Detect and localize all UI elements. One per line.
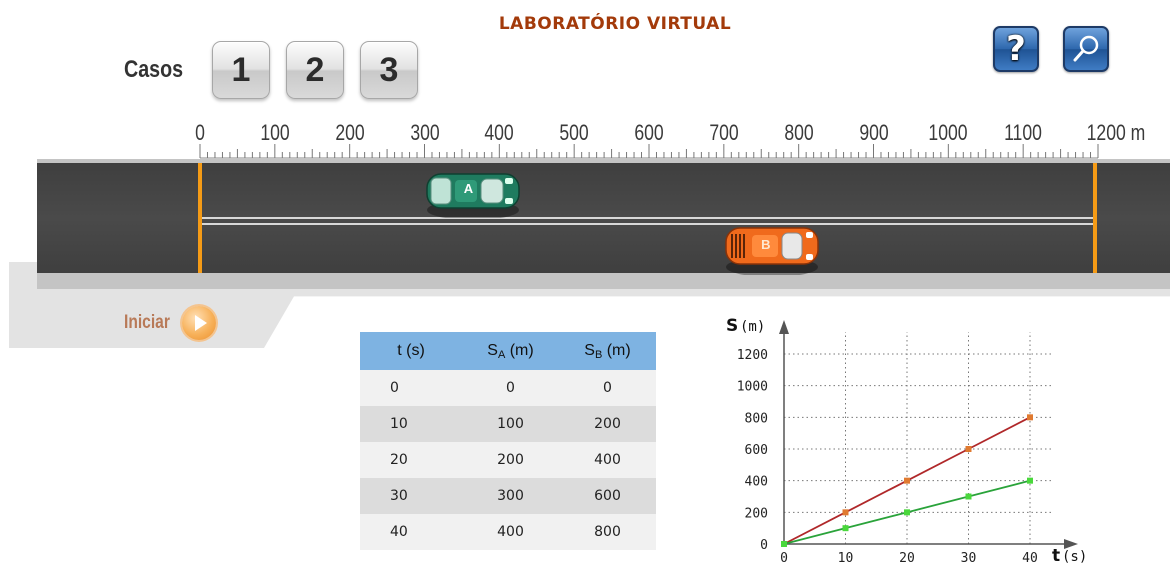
position-time-chart: 0 200 400 600 800 1000 1200 0 10 20 30 40 S (m) t (s) xyxy=(726,316,1087,565)
header-unit: (m) xyxy=(505,341,534,359)
table-cell: 300 xyxy=(462,478,559,514)
series-point-1 xyxy=(1027,477,1033,484)
finish-line xyxy=(1093,163,1097,273)
x-axis-arrow xyxy=(1064,539,1078,549)
question-mark-icon: ? xyxy=(1006,29,1026,69)
car-b: B xyxy=(724,225,820,277)
table-header-cell: t (s) xyxy=(360,332,462,370)
y-tick-label: 200 xyxy=(745,506,768,521)
table-cell: 100 xyxy=(462,406,559,442)
table-cell: 30 xyxy=(360,478,462,514)
table-row: 000 xyxy=(360,370,656,406)
x-axis-label: t xyxy=(1052,546,1060,565)
y-axis-unit: (m) xyxy=(740,319,765,335)
header-main: S xyxy=(584,341,595,359)
series-point-1 xyxy=(781,541,787,547)
table-row: 20 200 400 xyxy=(360,442,656,478)
car-a: A xyxy=(425,170,521,220)
start-button[interactable] xyxy=(182,306,216,340)
series-point-0 xyxy=(965,446,972,452)
series-point-0 xyxy=(1027,414,1033,421)
car-b-label: B xyxy=(761,237,771,252)
y-tick-label: 600 xyxy=(745,443,768,458)
y-tick-label: 1200 xyxy=(737,348,768,363)
y-tick-label: 1000 xyxy=(737,380,768,395)
table-header-row: t (s) SA (m) SB (m) xyxy=(360,332,656,370)
zoom-button[interactable] xyxy=(1063,26,1109,72)
table-cell: 20 xyxy=(360,442,462,478)
car-a-label: A xyxy=(463,181,474,196)
case-1-button[interactable]: 1 xyxy=(212,41,270,99)
table-cell: 400 xyxy=(462,514,559,550)
x-axis-unit: (s) xyxy=(1062,549,1087,565)
header-main: S xyxy=(487,341,498,359)
lane-line-top xyxy=(200,217,1095,219)
table-cell: 0 xyxy=(559,370,656,406)
y-axis-label: S xyxy=(726,316,738,336)
table-cell: 400 xyxy=(559,442,656,478)
table-cell: 10 xyxy=(360,406,462,442)
table-cell: 800 xyxy=(559,514,656,550)
table-cell: 0 xyxy=(462,370,559,406)
table-cell: 600 xyxy=(559,478,656,514)
table-header-cell: SA (m) xyxy=(462,332,559,370)
table-cell: 200 xyxy=(559,406,656,442)
series-point-1 xyxy=(842,525,849,532)
series-point-1 xyxy=(904,509,910,516)
data-table: t (s) SA (m) SB (m) 0 0 0 10 100 200 20 200 400 30 3… xyxy=(360,332,656,550)
header-unit: (s) xyxy=(401,342,425,359)
table-header-cell: SB (m) xyxy=(559,332,656,370)
start-label: Iniciar xyxy=(124,312,170,333)
table-row: 30 300 600 xyxy=(360,478,656,514)
x-tick-label: 20 xyxy=(899,551,915,565)
table-cell: 40 xyxy=(360,514,462,550)
case-2-button[interactable]: 2 xyxy=(286,41,344,99)
y-tick-label: 800 xyxy=(745,411,768,426)
series-point-1 xyxy=(965,493,972,500)
header-unit: (m) xyxy=(602,341,631,359)
y-tick-label: 400 xyxy=(745,475,768,490)
series-point-0 xyxy=(842,509,849,516)
table-cell: 200 xyxy=(462,442,559,478)
series-point-0 xyxy=(904,477,910,484)
x-tick-label: 10 xyxy=(838,551,854,565)
start-line xyxy=(198,163,202,273)
case-3-button[interactable]: 3 xyxy=(360,41,418,99)
y-tick-label: 0 xyxy=(760,538,768,553)
table-row: 10 100 200 xyxy=(360,406,656,442)
help-button[interactable]: ? xyxy=(993,26,1039,72)
magnifier-icon xyxy=(1073,35,1099,62)
table-body: 0 0 0 10 100 200 20 200 400 30 300 600 40 400 800 xyxy=(360,370,656,550)
cases-label: Casos xyxy=(124,56,184,83)
y-axis-arrow xyxy=(779,320,789,334)
x-tick-label: 40 xyxy=(1022,551,1038,565)
table-row: 40 400 800 xyxy=(360,514,656,550)
table-cell: 0 xyxy=(360,370,462,406)
x-tick-label: 30 xyxy=(961,551,977,565)
ruler-ticks xyxy=(199,144,1099,159)
x-tick-label: 0 xyxy=(780,551,788,565)
lane-line-bottom xyxy=(200,223,1095,225)
